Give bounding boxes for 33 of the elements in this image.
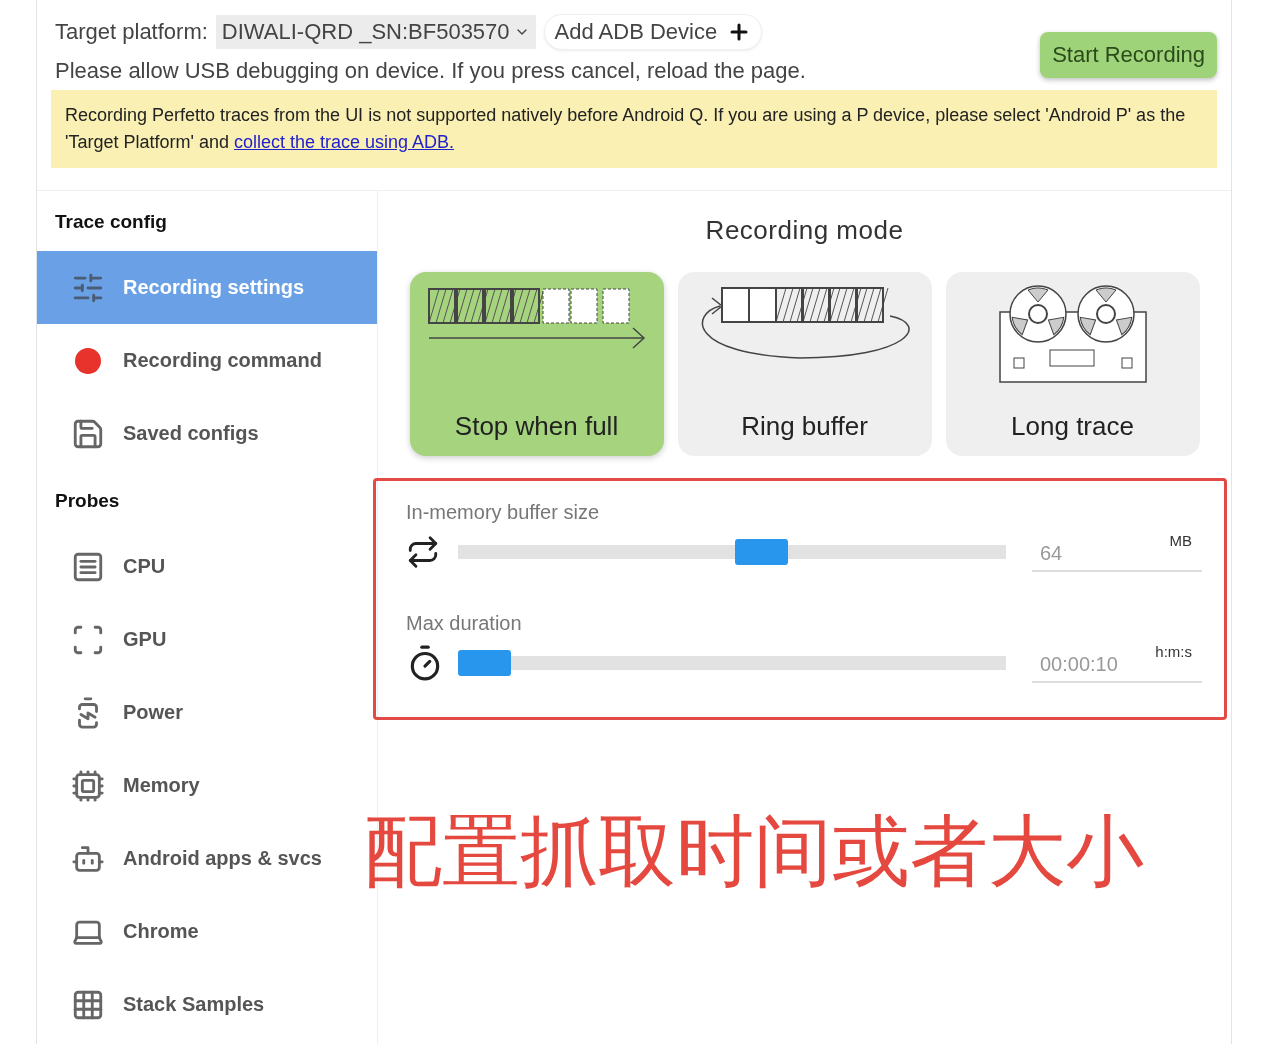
record-dot-icon <box>75 347 101 374</box>
start-recording-button[interactable]: Start Recording <box>1040 32 1217 78</box>
platform-select[interactable]: DIWALI-QRD _SN:BF503570 <box>215 15 536 49</box>
annotation-text: 配置抓取时间或者大小 <box>364 805 1144 898</box>
loop-icon <box>406 535 440 569</box>
sidebar-item[interactable]: Power <box>37 676 377 749</box>
slider-label: In-memory buffer size <box>406 501 601 524</box>
slider-thumb[interactable] <box>735 539 789 565</box>
mode-label: Ring buffer <box>741 411 868 442</box>
adb-link[interactable]: collect the trace using ADB. <box>233 132 455 152</box>
sidebar-item[interactable]: CPU <box>37 530 377 603</box>
warning-text: Recording Perfetto traces from the UI is not supported natively before Android Q. If you are using a P device, please select 'Android P' as the 'Target Platform' and collect the trace using ADB. <box>65 105 1186 152</box>
mode-label: Long trace <box>1011 411 1134 442</box>
chip-icon <box>71 768 105 803</box>
section-title: Probes <box>54 489 121 513</box>
usb-hint-text: Please allow USB debugging on device. If you press cancel, reload the page. <box>55 58 806 84</box>
sidebar-item[interactable]: Chrome <box>37 895 377 968</box>
mode-card[interactable]: Ring buffer <box>677 272 932 456</box>
section-title: Recording mode <box>705 215 904 246</box>
platform-label: Target platform: <box>55 19 208 45</box>
add-device-button[interactable]: Add ADB Device <box>543 14 763 50</box>
slider-label: Max duration <box>406 612 523 635</box>
sidebar-item[interactable]: Recording command <box>37 324 377 397</box>
sidebar-item[interactable]: Saved configs <box>37 397 377 470</box>
sidebar-item[interactable]: GPU <box>37 603 377 676</box>
unit-label: MB <box>1169 532 1192 549</box>
mode-label: Stop when full <box>454 411 619 442</box>
mode-card[interactable]: Stop when full <box>409 272 664 456</box>
sidebar-item[interactable]: Stack Samples <box>37 968 377 1041</box>
slider-thumb[interactable] <box>458 650 511 676</box>
mode-card[interactable]: Long trace <box>945 272 1200 456</box>
unit-label: h:m:s <box>1155 643 1192 660</box>
section-title: Trace config <box>54 210 168 234</box>
